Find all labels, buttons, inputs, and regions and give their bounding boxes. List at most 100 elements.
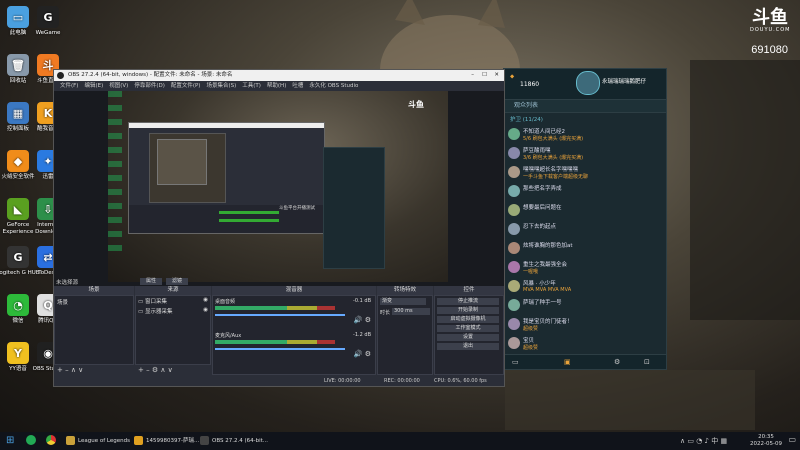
menu-item[interactable]: 文件(F) bbox=[60, 83, 78, 89]
taskbar-app[interactable]: OBS 27.2.4 (64-bit... bbox=[198, 432, 268, 450]
fans-icon: ⬥ bbox=[510, 73, 515, 80]
minimize-icon[interactable]: – bbox=[471, 70, 474, 81]
control-button[interactable]: 退出 bbox=[437, 343, 499, 350]
filters-button[interactable]: 滤镜 bbox=[166, 278, 188, 285]
settings-icon[interactable]: ⚙ bbox=[614, 358, 620, 366]
chat-avatar[interactable] bbox=[508, 318, 520, 330]
control-button[interactable]: 停止推流 bbox=[437, 298, 499, 305]
volume-meter bbox=[215, 340, 335, 344]
chat-username[interactable]: 不知道人间已经2 bbox=[523, 127, 565, 135]
volume-slider[interactable] bbox=[215, 348, 345, 350]
sources-dock-title: 来源 bbox=[135, 286, 211, 295]
chat-username[interactable]: 萨豆酸雨嘿 bbox=[523, 146, 551, 154]
control-button[interactable]: 启动虚拟摄像机 bbox=[437, 316, 499, 323]
chat-username[interactable]: 重生之我最强全会 bbox=[523, 260, 567, 268]
maximize-icon[interactable]: ☐ bbox=[482, 70, 487, 81]
scene-add-icon[interactable]: + – ∧ ∨ bbox=[57, 366, 83, 374]
menu-item[interactable]: 吐槽 bbox=[292, 83, 303, 89]
chat-avatar[interactable] bbox=[508, 223, 520, 235]
chat-message[interactable]: 那些把名字弄成 bbox=[508, 184, 662, 202]
anchor-avatar[interactable] bbox=[576, 71, 600, 95]
properties-button[interactable]: 属性 bbox=[140, 278, 162, 285]
notification-icon[interactable]: ▭ bbox=[788, 435, 796, 444]
chrome-icon[interactable] bbox=[46, 435, 56, 445]
chat-avatar[interactable] bbox=[508, 185, 520, 197]
chat-username[interactable]: 我是宝贝的门徒者！ bbox=[523, 317, 573, 325]
control-button[interactable]: 开始录制 bbox=[437, 307, 499, 314]
menu-item[interactable]: 停靠部件(D) bbox=[134, 83, 165, 89]
chat-message[interactable]: 我是宝贝的门徒者！ 超级赞 bbox=[508, 317, 662, 335]
chat-message[interactable]: 忍下去的起点 bbox=[508, 222, 662, 240]
source-item[interactable]: ▭ 窗口采集 ◉ bbox=[136, 296, 210, 306]
chat-username[interactable]: 风暴 · 小少年 bbox=[523, 279, 556, 287]
no-source-label: 未选择源 bbox=[56, 280, 79, 286]
chat-username[interactable]: 萨瑞了种手一号 bbox=[523, 298, 562, 306]
chat-avatar[interactable] bbox=[508, 128, 520, 140]
taskbar-app[interactable]: 1459980397-萨瑞... bbox=[132, 432, 199, 450]
close-icon[interactable]: ✕ bbox=[494, 70, 499, 81]
duration-input[interactable]: 300 ms bbox=[392, 308, 430, 315]
chat-bubble-icon[interactable]: ▭ bbox=[512, 358, 519, 366]
menu-item[interactable]: 帮助(H) bbox=[267, 83, 286, 89]
desktop-icon[interactable]: G WeGame bbox=[26, 6, 70, 37]
menu-item[interactable]: 永久化 OBS Studio bbox=[309, 83, 358, 89]
chat-text: 5/6 刷包大满头 (爆完买满) bbox=[523, 136, 584, 142]
chat-username[interactable]: 那些把名字弄成 bbox=[523, 184, 562, 192]
chat-text: MVA MVA MVA MVA bbox=[523, 287, 572, 293]
clock[interactable]: 20:35 2022-05-09 bbox=[750, 434, 782, 448]
app-pin-icon[interactable] bbox=[26, 435, 36, 445]
menu-item[interactable]: 视图(V) bbox=[109, 83, 128, 89]
tray-icons[interactable]: ∧ ▭ ◔ ♪ 中 ▦ bbox=[680, 436, 727, 446]
guard-tab[interactable]: 护卫 (11/24) bbox=[510, 115, 543, 123]
chat-avatar[interactable] bbox=[508, 299, 520, 311]
chat-avatar[interactable] bbox=[508, 280, 520, 292]
chat-username[interactable]: 嘿嘿嘿超长名字嘿嘿嘿 bbox=[523, 165, 578, 173]
chat-message[interactable]: 炫将谁胸的那色加at bbox=[508, 241, 662, 259]
chat-message[interactable]: 重生之我最强全会 一喔哦 bbox=[508, 260, 662, 278]
chat-tab-viewers[interactable]: 观众列表 bbox=[504, 100, 666, 113]
obs-title-text: OBS 27.2.4 (64-bit, windows) - 配置文件: 未命名… bbox=[68, 72, 233, 78]
source-add-icon[interactable]: + – ⚙ ∧ ∨ bbox=[138, 366, 173, 374]
chat-message[interactable]: 宝贝 超级赞 bbox=[508, 336, 662, 354]
chat-avatar[interactable] bbox=[508, 204, 520, 216]
chat-avatar[interactable] bbox=[508, 242, 520, 254]
chat-username[interactable]: 想要最后问题在 bbox=[523, 203, 562, 211]
obs-app-icon bbox=[57, 72, 64, 79]
speaker-icon[interactable]: 🔊 ⚙ bbox=[354, 316, 371, 324]
volume-slider[interactable] bbox=[215, 314, 345, 316]
gift-icon[interactable]: ▣ bbox=[564, 358, 571, 366]
track-db: -0.1 dB bbox=[353, 298, 371, 304]
scene-item[interactable]: 场景 bbox=[55, 296, 133, 308]
lock-icon[interactable]: ⊡ bbox=[644, 358, 650, 366]
chat-text: 超级赞 bbox=[523, 345, 539, 351]
chat-header: ⬥ 11860 永瑞瑞瑞瑞鹅肥仔 bbox=[504, 69, 666, 100]
chat-avatar[interactable] bbox=[508, 147, 520, 159]
chat-username[interactable]: 忍下去的起点 bbox=[523, 222, 556, 230]
chat-message[interactable]: 想要最后问题在 bbox=[508, 203, 662, 221]
menu-item[interactable]: 场景集合(S) bbox=[206, 83, 236, 89]
menu-item[interactable]: 编辑(E) bbox=[84, 83, 103, 89]
start-icon[interactable]: ⊞ bbox=[6, 435, 14, 446]
chat-message[interactable]: 不知道人间已经2 5/6 刷包大满头 (爆完买满) bbox=[508, 127, 662, 145]
chat-avatar[interactable] bbox=[508, 166, 520, 178]
taskbar-app[interactable]: League of Legends bbox=[64, 432, 130, 450]
chat-message[interactable]: 萨瑞了种手一号 bbox=[508, 298, 662, 316]
chat-username[interactable]: 宝贝 bbox=[523, 336, 534, 344]
source-item[interactable]: ▭ 显示器采集 ◉ bbox=[136, 306, 210, 316]
chat-avatar[interactable] bbox=[508, 261, 520, 273]
chat-message[interactable]: 萨豆酸雨嘿 3/6 刷包大满头 (爆完买满) bbox=[508, 146, 662, 164]
transition-select[interactable]: 渐变 bbox=[380, 298, 426, 305]
menu-item[interactable]: 配置文件(P) bbox=[171, 83, 201, 89]
chat-message[interactable]: 风暴 · 小少年 MVA MVA MVA MVA bbox=[508, 279, 662, 297]
controls-dock-title: 控件 bbox=[434, 286, 504, 295]
speaker-icon[interactable]: 🔊 ⚙ bbox=[354, 350, 371, 358]
control-button[interactable]: 工作室模式 bbox=[437, 325, 499, 332]
chat-username[interactable]: 炫将谁胸的那色加at bbox=[523, 241, 573, 249]
obs-status-bar: LIVE: 00:00:00 REC: 00:00:00 CPU: 0.6%, … bbox=[54, 376, 504, 386]
chat-message[interactable]: 嘿嘿嘿超长名字嘿嘿嘿 一手斗鱼下载客户端超级无聊 bbox=[508, 165, 662, 183]
desktop-icon-label: WeGame bbox=[35, 30, 61, 36]
obs-preview[interactable]: 斗鱼平台开播测试 斗鱼 bbox=[54, 91, 504, 286]
chat-avatar[interactable] bbox=[508, 337, 520, 349]
control-button[interactable]: 设置 bbox=[437, 334, 499, 341]
menu-item[interactable]: 工具(T) bbox=[242, 83, 261, 89]
